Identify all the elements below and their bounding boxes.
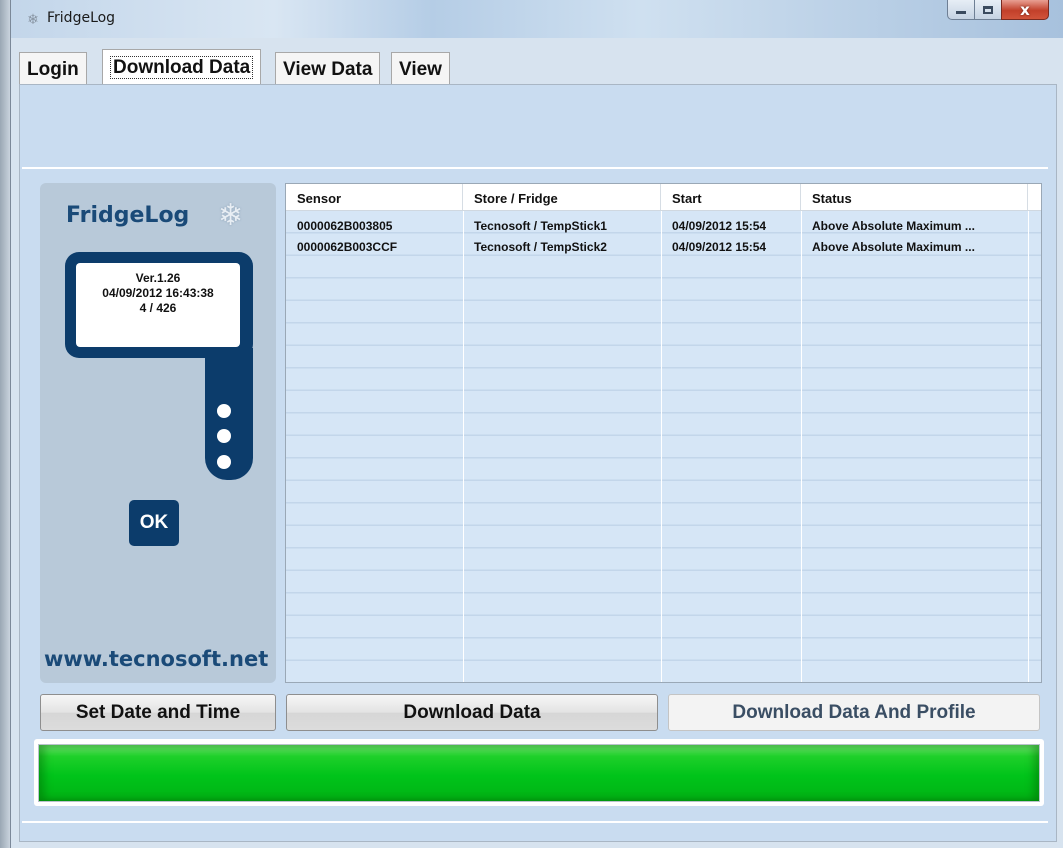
snowflake-icon: ❄ xyxy=(27,11,39,27)
column-divider xyxy=(1028,211,1029,682)
cell-status: Above Absolute Maximum ... xyxy=(812,219,975,233)
tab-view-data[interactable]: View Data xyxy=(275,52,381,84)
led-dot xyxy=(217,404,231,418)
set-date-time-button[interactable]: Set Date and Time xyxy=(40,694,276,731)
table-row[interactable]: 0000062B003805 Tecnosoft / TempStick1 04… xyxy=(286,217,1041,235)
column-divider xyxy=(801,211,802,682)
table-row[interactable]: 0000062B003CCF Tecnosoft / TempStick2 04… xyxy=(286,238,1041,256)
minimize-button[interactable] xyxy=(947,0,975,20)
device-datetime: 04/09/2012 16:43:38 xyxy=(102,286,214,300)
cell-sensor: 0000062B003805 xyxy=(297,219,393,233)
cell-store-fridge: Tecnosoft / TempStick2 xyxy=(474,240,607,254)
column-divider xyxy=(661,211,662,682)
ok-button[interactable]: OK xyxy=(129,500,179,546)
tab-login[interactable]: Login xyxy=(19,52,87,84)
tab-view[interactable]: View xyxy=(391,52,450,84)
close-button[interactable]: x xyxy=(1001,0,1049,20)
cell-start: 04/09/2012 15:54 xyxy=(672,219,767,233)
download-data-profile-button[interactable]: Download Data And Profile xyxy=(668,694,1040,731)
cell-status: Above Absolute Maximum ... xyxy=(812,240,975,254)
minimize-icon xyxy=(956,11,966,14)
table-body[interactable]: 0000062B003805 Tecnosoft / TempStick1 04… xyxy=(286,211,1041,682)
table-header: Sensor Store / Fridge Start Status xyxy=(286,184,1041,211)
window-title: FridgeLog xyxy=(47,10,116,26)
close-icon: x xyxy=(1020,0,1030,19)
title-bar[interactable]: ❄ FridgeLog x xyxy=(11,0,1063,38)
column-header-store-fridge[interactable]: Store / Fridge xyxy=(463,184,661,210)
progress-fill xyxy=(39,745,1039,801)
column-header-sensor[interactable]: Sensor xyxy=(286,184,463,210)
device-brand: FridgeLog xyxy=(66,203,190,228)
snowflake-icon: ❄ xyxy=(218,199,244,232)
sensor-table: Sensor Store / Fridge Start Status 00000… xyxy=(285,183,1042,683)
led-dot xyxy=(217,429,231,443)
maximize-button[interactable] xyxy=(974,0,1002,20)
download-data-button[interactable]: Download Data xyxy=(286,694,658,731)
desktop-edge xyxy=(0,0,10,848)
device-screen: Ver.1.26 04/09/2012 16:43:38 4 / 426 xyxy=(76,263,240,347)
column-header-status[interactable]: Status xyxy=(801,184,1028,210)
column-header-start[interactable]: Start xyxy=(661,184,801,210)
progress-bar xyxy=(38,744,1040,802)
website-link: www.tecnosoft.net xyxy=(44,647,269,671)
device-count: 4 / 426 xyxy=(139,301,177,315)
cell-start: 04/09/2012 15:54 xyxy=(672,240,767,254)
cell-store-fridge: Tecnosoft / TempStick1 xyxy=(474,219,607,233)
maximize-icon xyxy=(983,5,993,14)
tab-download-data[interactable]: Download Data xyxy=(102,49,262,85)
window-controls: x xyxy=(947,0,1057,22)
cell-sensor: 0000062B003CCF xyxy=(297,240,398,254)
led-dot xyxy=(217,455,231,469)
column-divider xyxy=(463,211,464,682)
device-version: Ver.1.26 xyxy=(135,271,181,285)
